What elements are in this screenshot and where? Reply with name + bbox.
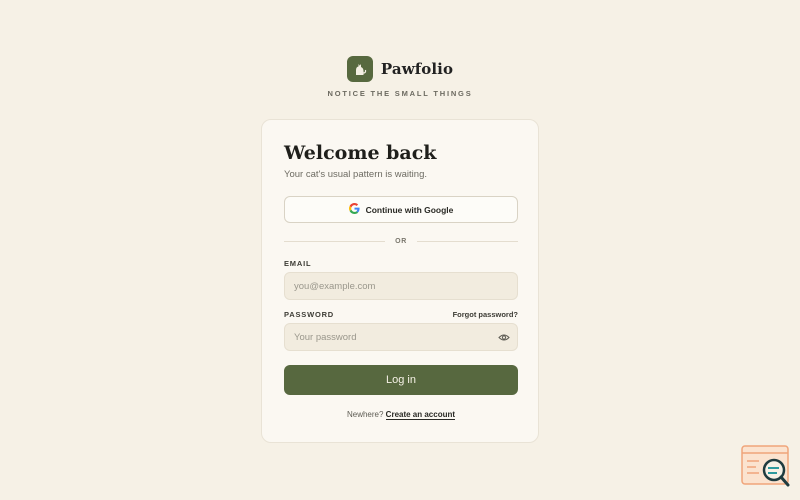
login-button[interactable]: Log in xyxy=(284,365,518,395)
password-field[interactable] xyxy=(284,323,518,351)
email-label: EMAIL xyxy=(284,259,312,268)
cat-icon xyxy=(346,56,373,82)
eye-icon[interactable] xyxy=(497,332,511,342)
google-button-label: Continue with Google xyxy=(365,204,454,215)
brand-header: Pawfolio xyxy=(0,56,800,82)
brand-name: Pawfolio xyxy=(380,60,454,78)
google-icon xyxy=(348,201,360,219)
login-card: Welcome back Your cat's usual pattern is… xyxy=(261,119,539,443)
google-signin-button[interactable]: Continue with Google xyxy=(284,196,518,223)
email-field[interactable] xyxy=(284,272,518,300)
inspect-widget-icon[interactable] xyxy=(741,445,791,489)
page-title: Welcome back xyxy=(284,142,437,164)
password-label: PASSWORD xyxy=(284,310,335,319)
or-divider: OR xyxy=(284,235,519,247)
signup-prompt: Newhere? xyxy=(346,410,384,419)
page-subtitle: Your cat's usual pattern is waiting. xyxy=(284,169,427,180)
brand-tagline: NOTICE THE SMALL THINGS xyxy=(327,89,473,98)
divider-text: OR xyxy=(395,237,407,245)
signup-row: Newhere? Create an account xyxy=(284,410,518,420)
divider-line-left xyxy=(284,240,386,242)
forgot-password-link[interactable]: Forgot password? xyxy=(453,310,518,319)
create-account-link[interactable]: Create an account xyxy=(385,410,456,420)
divider-line-right xyxy=(416,240,519,242)
